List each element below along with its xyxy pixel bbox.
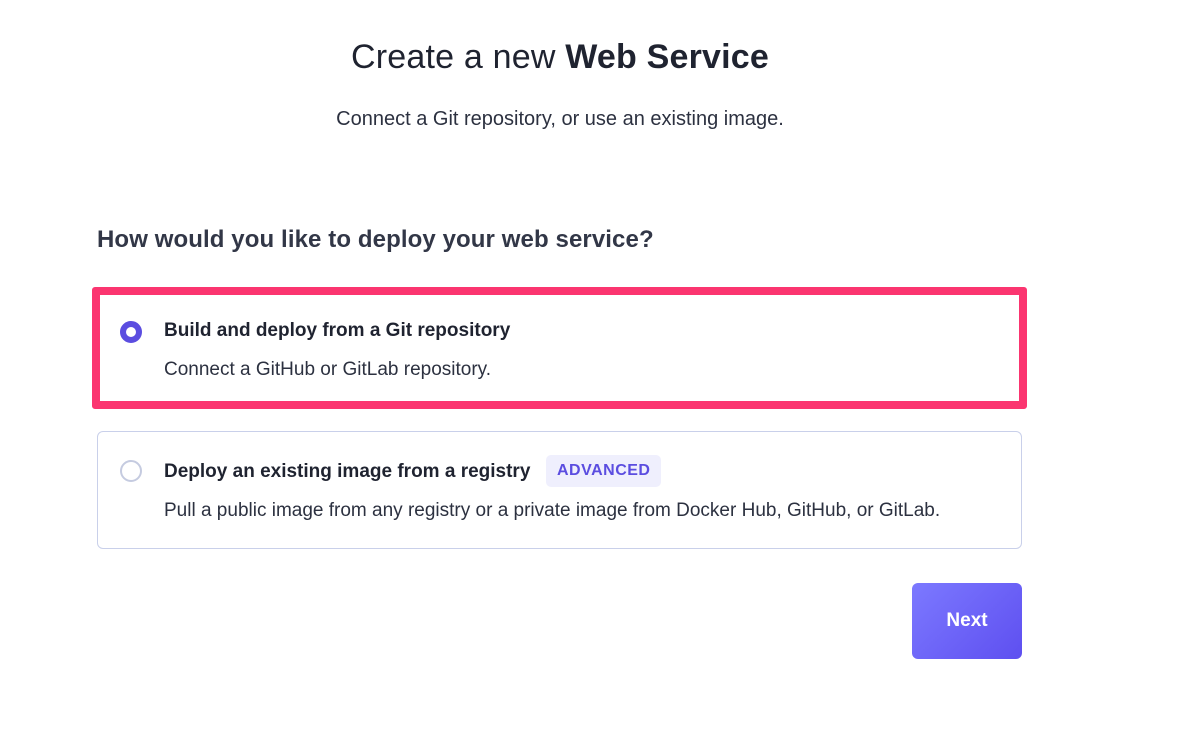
page-title-strong: Web Service	[565, 38, 770, 76]
next-button[interactable]: Next	[912, 583, 1022, 659]
option-git-title: Build and deploy from a Git repository	[164, 320, 511, 341]
create-web-service-page: Create a new Web Service Connect a Git r…	[0, 0, 1200, 734]
option-git-description: Connect a GitHub or GitLab repository.	[164, 359, 492, 380]
advanced-badge: ADVANCED	[546, 455, 662, 487]
radio-git-repository[interactable]	[120, 321, 142, 343]
page-title-prefix: Create a new	[350, 38, 556, 76]
page-subtitle: Connect a Git repository, or use an exis…	[336, 108, 784, 130]
option-image-description: Pull a public image from any registry or…	[164, 500, 941, 521]
option-image-title: Deploy an existing image from a registry	[164, 461, 531, 482]
option-git-repository[interactable]: Build and deploy from a Git repository C…	[92, 287, 1027, 409]
radio-existing-image[interactable]	[120, 460, 142, 482]
page-title: Create a new Web Service	[0, 38, 1120, 77]
option-existing-image[interactable]: Deploy an existing image from a registry…	[97, 431, 1022, 549]
deploy-method-question: How would you like to deploy your web se…	[97, 226, 654, 253]
